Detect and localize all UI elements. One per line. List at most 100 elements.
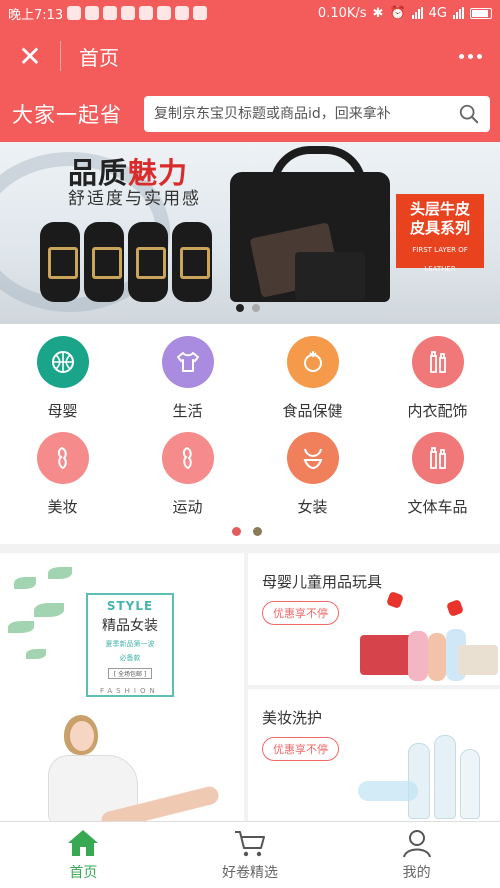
promo-title: 母婴儿童用品玩具 — [262, 573, 383, 591]
banner-subline: 舒适度与实用感 — [68, 189, 201, 209]
pager-dot-active[interactable] — [232, 527, 241, 536]
category-label: 母婴 — [47, 402, 78, 420]
product-image — [458, 645, 498, 675]
network-type: 4G — [428, 5, 447, 21]
category-list: 母婴 生活 食品保健 内衣配饰美妆 运动 女装 文体车品 — [0, 324, 500, 528]
free-shipping-label: [ 全场包邮 ] — [108, 668, 152, 679]
search-box[interactable] — [144, 96, 490, 132]
status-right: 0.10K/s ✱ ⏰ 4G — [318, 6, 492, 21]
food-icon — [286, 336, 339, 388]
leaf-decoration — [48, 567, 72, 579]
basketball-icon — [36, 336, 89, 388]
product-image — [460, 749, 480, 819]
tab-home[interactable]: 首页 — [0, 822, 167, 888]
category-label: 女装 — [297, 498, 328, 516]
status-bar: 晚上7:13 0.10K/s ✱ ⏰ 4G — [0, 0, 500, 26]
notification-icon — [85, 6, 100, 20]
notification-icon — [193, 6, 208, 20]
more-dots-icon — [476, 53, 482, 59]
womenswear-line1: 夏季新品第一波 — [105, 640, 155, 648]
signal-icon — [411, 7, 423, 19]
tab-label: 好卷精选 — [222, 865, 278, 881]
category-item[interactable]: 生活 — [125, 336, 250, 432]
category-item[interactable]: 女装 — [250, 432, 375, 528]
notification-icon — [103, 6, 118, 20]
promo-womenswear[interactable]: STYLE 精品女装 夏季新品第一波 必备款 [ 全场包邮 ] FASHION — [0, 553, 244, 821]
tab-coupons[interactable]: 好卷精选 — [167, 822, 334, 888]
promo-title: 美妆洗护 — [262, 709, 323, 727]
user-icon — [402, 830, 431, 858]
pager-dot[interactable] — [252, 304, 260, 312]
leather-tag: 头层牛皮 皮具系列 FIRST LAYER OF LEATHER — [396, 194, 484, 273]
leaf-decoration — [8, 621, 34, 633]
search-icon[interactable] — [458, 103, 480, 125]
search-input[interactable] — [154, 106, 458, 122]
tag-line1: 头层牛皮 — [409, 200, 470, 218]
promo-beauty[interactable]: 美妆洗护 优惠享不停 — [248, 689, 500, 821]
notification-icon — [121, 6, 136, 20]
tab-label: 首页 — [69, 865, 98, 881]
close-button[interactable]: ✕ — [0, 26, 60, 86]
search-row: 大家一起省 — [0, 86, 500, 142]
confetti-decoration — [386, 591, 404, 609]
category-label: 食品保健 — [282, 402, 343, 420]
pager-dot[interactable] — [253, 527, 262, 536]
bluetooth-icon: ✱ — [372, 5, 384, 21]
status-left: 晚上7:13 — [8, 4, 208, 23]
slogan: 大家一起省 — [12, 103, 122, 127]
tab-bar: 首页 好卷精选 我的 — [0, 821, 500, 888]
belts-image — [40, 222, 212, 302]
bottles-icon — [411, 336, 464, 388]
close-icon: ✕ — [18, 39, 42, 73]
tab-label: 我的 — [402, 865, 431, 881]
category-label: 运动 — [172, 498, 203, 516]
product-image — [360, 635, 412, 675]
category-label: 文体车品 — [407, 498, 468, 516]
status-time: 晚上7:13 — [8, 7, 64, 23]
style-label: STYLE — [106, 599, 154, 613]
promo-baby-toys[interactable]: 母婴儿童用品玩具 优惠享不停 — [248, 553, 500, 685]
promo-badge: 优惠享不停 — [262, 601, 339, 625]
category-label: 生活 — [172, 402, 203, 420]
more-button[interactable] — [440, 53, 500, 59]
wallet-image — [295, 252, 365, 300]
belt-image — [128, 222, 168, 302]
leaf-decoration — [14, 577, 36, 589]
product-image — [428, 633, 446, 681]
tag-small: FIRST LAYER OF LEATHER — [412, 246, 468, 273]
confetti-decoration — [446, 599, 464, 617]
promo-banner[interactable]: 品质魅力 舒适度与实用感 头层牛皮 皮具系列 FIRST LAYER OF LE… — [0, 142, 500, 324]
category-item[interactable]: 美妆 — [0, 432, 125, 528]
divider — [60, 41, 61, 71]
notification-icon — [175, 6, 190, 20]
more-dots-icon — [458, 53, 464, 59]
category-item[interactable]: 母婴 — [0, 336, 125, 432]
pager-dot-active[interactable] — [236, 304, 244, 312]
womenswear-line2: 必备款 — [119, 654, 141, 662]
notification-icon — [139, 6, 154, 20]
splash-decoration — [358, 781, 418, 801]
cart-icon — [235, 831, 265, 857]
banner-pager — [236, 304, 260, 312]
product-image — [434, 735, 456, 819]
category-item[interactable]: 内衣配饰 — [375, 336, 500, 432]
category-item[interactable]: 文体车品 — [375, 432, 500, 528]
product-image — [408, 631, 428, 681]
womenswear-card: STYLE 精品女装 夏季新品第一波 必备款 [ 全场包邮 ] — [86, 593, 174, 697]
tab-profile[interactable]: 我的 — [333, 822, 500, 888]
fashion-label: FASHION — [100, 687, 159, 695]
leaf-decoration — [34, 603, 64, 617]
category-label: 美妆 — [47, 498, 78, 516]
womenswear-name: 精品女装 — [102, 618, 158, 634]
category-label: 内衣配饰 — [407, 402, 468, 420]
notification-icon — [157, 6, 172, 20]
tshirt-icon — [161, 336, 214, 388]
figure-icon — [161, 432, 214, 484]
belt-image — [172, 222, 212, 302]
category-item[interactable]: 运动 — [125, 432, 250, 528]
tag-line2: 皮具系列 — [409, 219, 470, 237]
promo-badge: 优惠享不停 — [262, 737, 339, 761]
promo-section: STYLE 精品女装 夏季新品第一波 必备款 [ 全场包邮 ] FASHION … — [0, 553, 500, 821]
bikini-icon — [286, 432, 339, 484]
category-item[interactable]: 食品保健 — [250, 336, 375, 432]
